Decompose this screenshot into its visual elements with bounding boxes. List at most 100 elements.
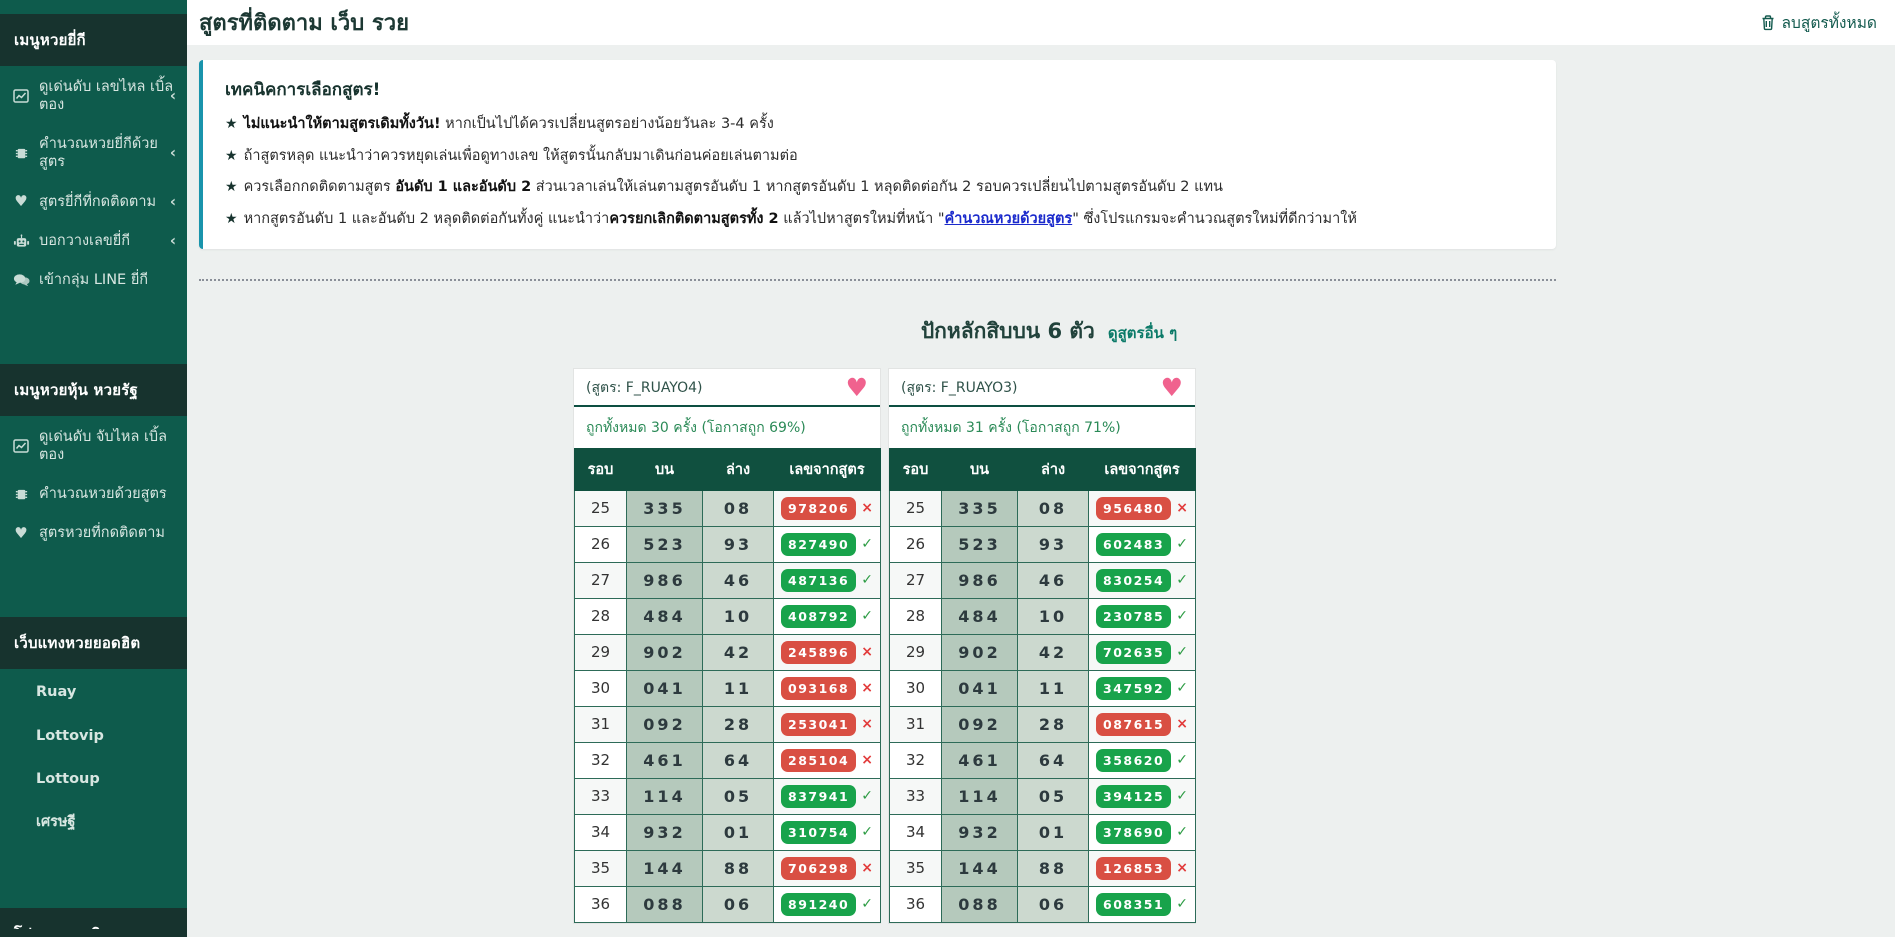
- tips-card: เทคนิคการเลือกสูตร! ★ไม่แนะนำให้ตามสูตรเ…: [199, 60, 1556, 249]
- column-header: บน: [942, 448, 1018, 490]
- check-icon: ✓: [1176, 824, 1188, 840]
- round-cell: 34: [575, 814, 627, 850]
- column-header: เลขจากสูตร: [774, 448, 881, 490]
- round-cell: 31: [890, 706, 942, 742]
- number-badge-hit: 230785: [1096, 605, 1171, 628]
- round-cell: 30: [890, 670, 942, 706]
- formula-number-cell: 408792✓: [774, 598, 881, 634]
- tip-text: หากสูตรอันดับ 1 และอันดับ 2 หลุดติดต่อกั…: [244, 211, 610, 227]
- sidebar-item[interactable]: ♥สูตรยี่กีที่กดติดตาม‹: [0, 184, 187, 220]
- round-cell: 30: [575, 670, 627, 706]
- sidebar: เมนูหวยยี่กีดูเด่นดับ เลขไหล เบิ้ลตอง‹คำ…: [0, 0, 187, 937]
- round-cell: 25: [575, 490, 627, 526]
- sidebar-item[interactable]: เข้ากลุ่ม LINE ยี่กี: [0, 262, 187, 298]
- formula-number-cell: 602483✓: [1089, 526, 1196, 562]
- round-cell: 29: [575, 634, 627, 670]
- bottom-number-cell: 64: [1018, 742, 1089, 778]
- top-number-cell: 902: [627, 634, 703, 670]
- tips-list: ★ไม่แนะนำให้ตามสูตรเดิมทั้งวัน! หากเป็นไ…: [225, 113, 1534, 231]
- tip-bold-text: อันดับ 1 และอันดับ 2: [395, 179, 531, 195]
- tip-line: ★หากสูตรอันดับ 1 และอันดับ 2 หลุดติดต่อก…: [225, 208, 1534, 231]
- top-number-cell: 523: [627, 526, 703, 562]
- number-badge-hit: 487136: [781, 569, 856, 592]
- sidebar-item[interactable]: Lottovip: [0, 716, 187, 756]
- sidebar-section-header: เมนูหวยยี่กี: [0, 14, 187, 66]
- formula-number-cell: 394125✓: [1089, 778, 1196, 814]
- bottom-number-cell: 93: [703, 526, 774, 562]
- delete-all-formulas-button[interactable]: ลบสูตรทั้งหมด: [1760, 10, 1877, 35]
- sidebar-item[interactable]: คำนวณหวยยี่กีด้วยสูตร‹: [0, 126, 187, 180]
- bottom-number-cell: 01: [703, 814, 774, 850]
- formula-number-cell: 378690✓: [1089, 814, 1196, 850]
- number-badge-hit: 608351: [1096, 893, 1171, 916]
- sidebar-item[interactable]: Ruay: [0, 672, 187, 712]
- tip-text: หากเป็นไปได้ควรเปลี่ยนสูตรอย่างน้อยวันละ…: [441, 116, 774, 132]
- column-header: ล่าง: [1018, 448, 1089, 490]
- sidebar-item-label: Lottovip: [36, 727, 104, 745]
- check-icon: ✓: [861, 824, 873, 840]
- bottom-number-cell: 06: [1018, 886, 1089, 922]
- table-row: 2798646487136✓: [575, 562, 881, 598]
- formula-number-cell: 978206×: [774, 490, 881, 526]
- sidebar-item-label: เศรษฐี: [36, 813, 76, 831]
- formula-number-cell: 608351✓: [1089, 886, 1196, 922]
- formula-number-cell: 347592✓: [1089, 670, 1196, 706]
- table-row: 3246164358620✓: [890, 742, 1196, 778]
- number-badge-miss: 126853: [1096, 857, 1171, 880]
- sidebar-item[interactable]: คำนวณหวยด้วยสูตร: [0, 476, 187, 512]
- sidebar-bottom-strip: [0, 929, 187, 937]
- formula-number-cell: 126853×: [1089, 850, 1196, 886]
- sidebar-item[interactable]: ดูเด่นดับ เลขไหล เบิ้ลตอง‹: [0, 69, 187, 123]
- number-badge-hit: 310754: [781, 821, 856, 844]
- delete-all-label: ลบสูตรทั้งหมด: [1782, 10, 1877, 35]
- sidebar-item[interactable]: ดูเด่นดับ จับไหล เบิ้ลตอง: [0, 419, 187, 473]
- check-icon: ✓: [861, 896, 873, 912]
- chevron-left-icon: ‹: [170, 192, 176, 211]
- tip-text: ถ้าสูตรหลุด แนะนำว่าควรหยุดเล่นเพื่อดูทา…: [244, 148, 798, 164]
- tip-text: แล้วไปหาสูตรใหม่ที่หน้า ": [779, 211, 945, 227]
- number-badge-hit: 702635: [1096, 641, 1171, 664]
- number-badge-miss: 978206: [781, 497, 856, 520]
- number-badge-miss: 245896: [781, 641, 856, 664]
- favorite-heart-icon[interactable]: ♥: [1161, 378, 1183, 398]
- more-formulas-link[interactable]: ดูสูตรอื่น ๆ: [1108, 324, 1177, 342]
- column-header: บน: [627, 448, 703, 490]
- tip-text: ควรเลือกกดติดตามสูตร: [244, 179, 396, 195]
- check-icon: ✓: [1176, 572, 1188, 588]
- formula-number-cell: 245896 ×: [774, 634, 881, 670]
- sidebar-item[interactable]: ♥สูตรหวยที่กดติดตาม: [0, 515, 187, 551]
- heart-icon: ♥: [12, 525, 30, 541]
- round-cell: 29: [890, 634, 942, 670]
- round-cell: 27: [890, 562, 942, 598]
- formula-card-header: (สูตร: F_RUAYO3)♥: [889, 369, 1195, 407]
- table-row: 3246164285104×: [575, 742, 881, 778]
- sidebar-item[interactable]: เศรษฐี: [0, 802, 187, 842]
- calc-formula-page-link[interactable]: คำนวณหวยด้วยสูตร: [945, 211, 1073, 227]
- bottom-number-cell: 28: [1018, 706, 1089, 742]
- bottom-number-cell: 08: [1018, 490, 1089, 526]
- sidebar-item[interactable]: บอกวางเลขยี่กี‹: [0, 223, 187, 259]
- formula-number-cell: 230785✓: [1089, 598, 1196, 634]
- sidebar-item-label: เข้ากลุ่ม LINE ยี่กี: [39, 271, 148, 289]
- round-cell: 26: [575, 526, 627, 562]
- cross-icon: ×: [861, 860, 873, 876]
- cross-icon: ×: [861, 644, 873, 660]
- formula-number-cell: 830254✓: [1089, 562, 1196, 598]
- bottom-number-cell: 01: [1018, 814, 1089, 850]
- favorite-heart-icon[interactable]: ♥: [846, 378, 868, 398]
- sidebar-item-label: สูตรยี่กีที่กดติดตาม: [39, 193, 156, 211]
- sidebar-section-header: เว็บแทงหวยยอดฮิต: [0, 617, 187, 669]
- sidebar-section-header: เมนูหวยหุ้น หวยรัฐ: [0, 364, 187, 416]
- table-row: 3109228253041×: [575, 706, 881, 742]
- bottom-number-cell: 05: [703, 778, 774, 814]
- sidebar-item-label: คำนวณหวยด้วยสูตร: [39, 485, 167, 503]
- star-icon: ★: [225, 179, 238, 195]
- table-row: 3311405837941✓: [575, 778, 881, 814]
- sidebar-item[interactable]: Lottoup: [0, 759, 187, 799]
- check-icon: ✓: [1176, 752, 1188, 768]
- number-badge-miss: 093168: [781, 677, 856, 700]
- chart-line-icon: [12, 88, 30, 104]
- column-header: รอบ: [575, 448, 627, 490]
- bottom-number-cell: 28: [703, 706, 774, 742]
- section-title: ปักหลักสิบบน 6 ตัว: [921, 319, 1095, 343]
